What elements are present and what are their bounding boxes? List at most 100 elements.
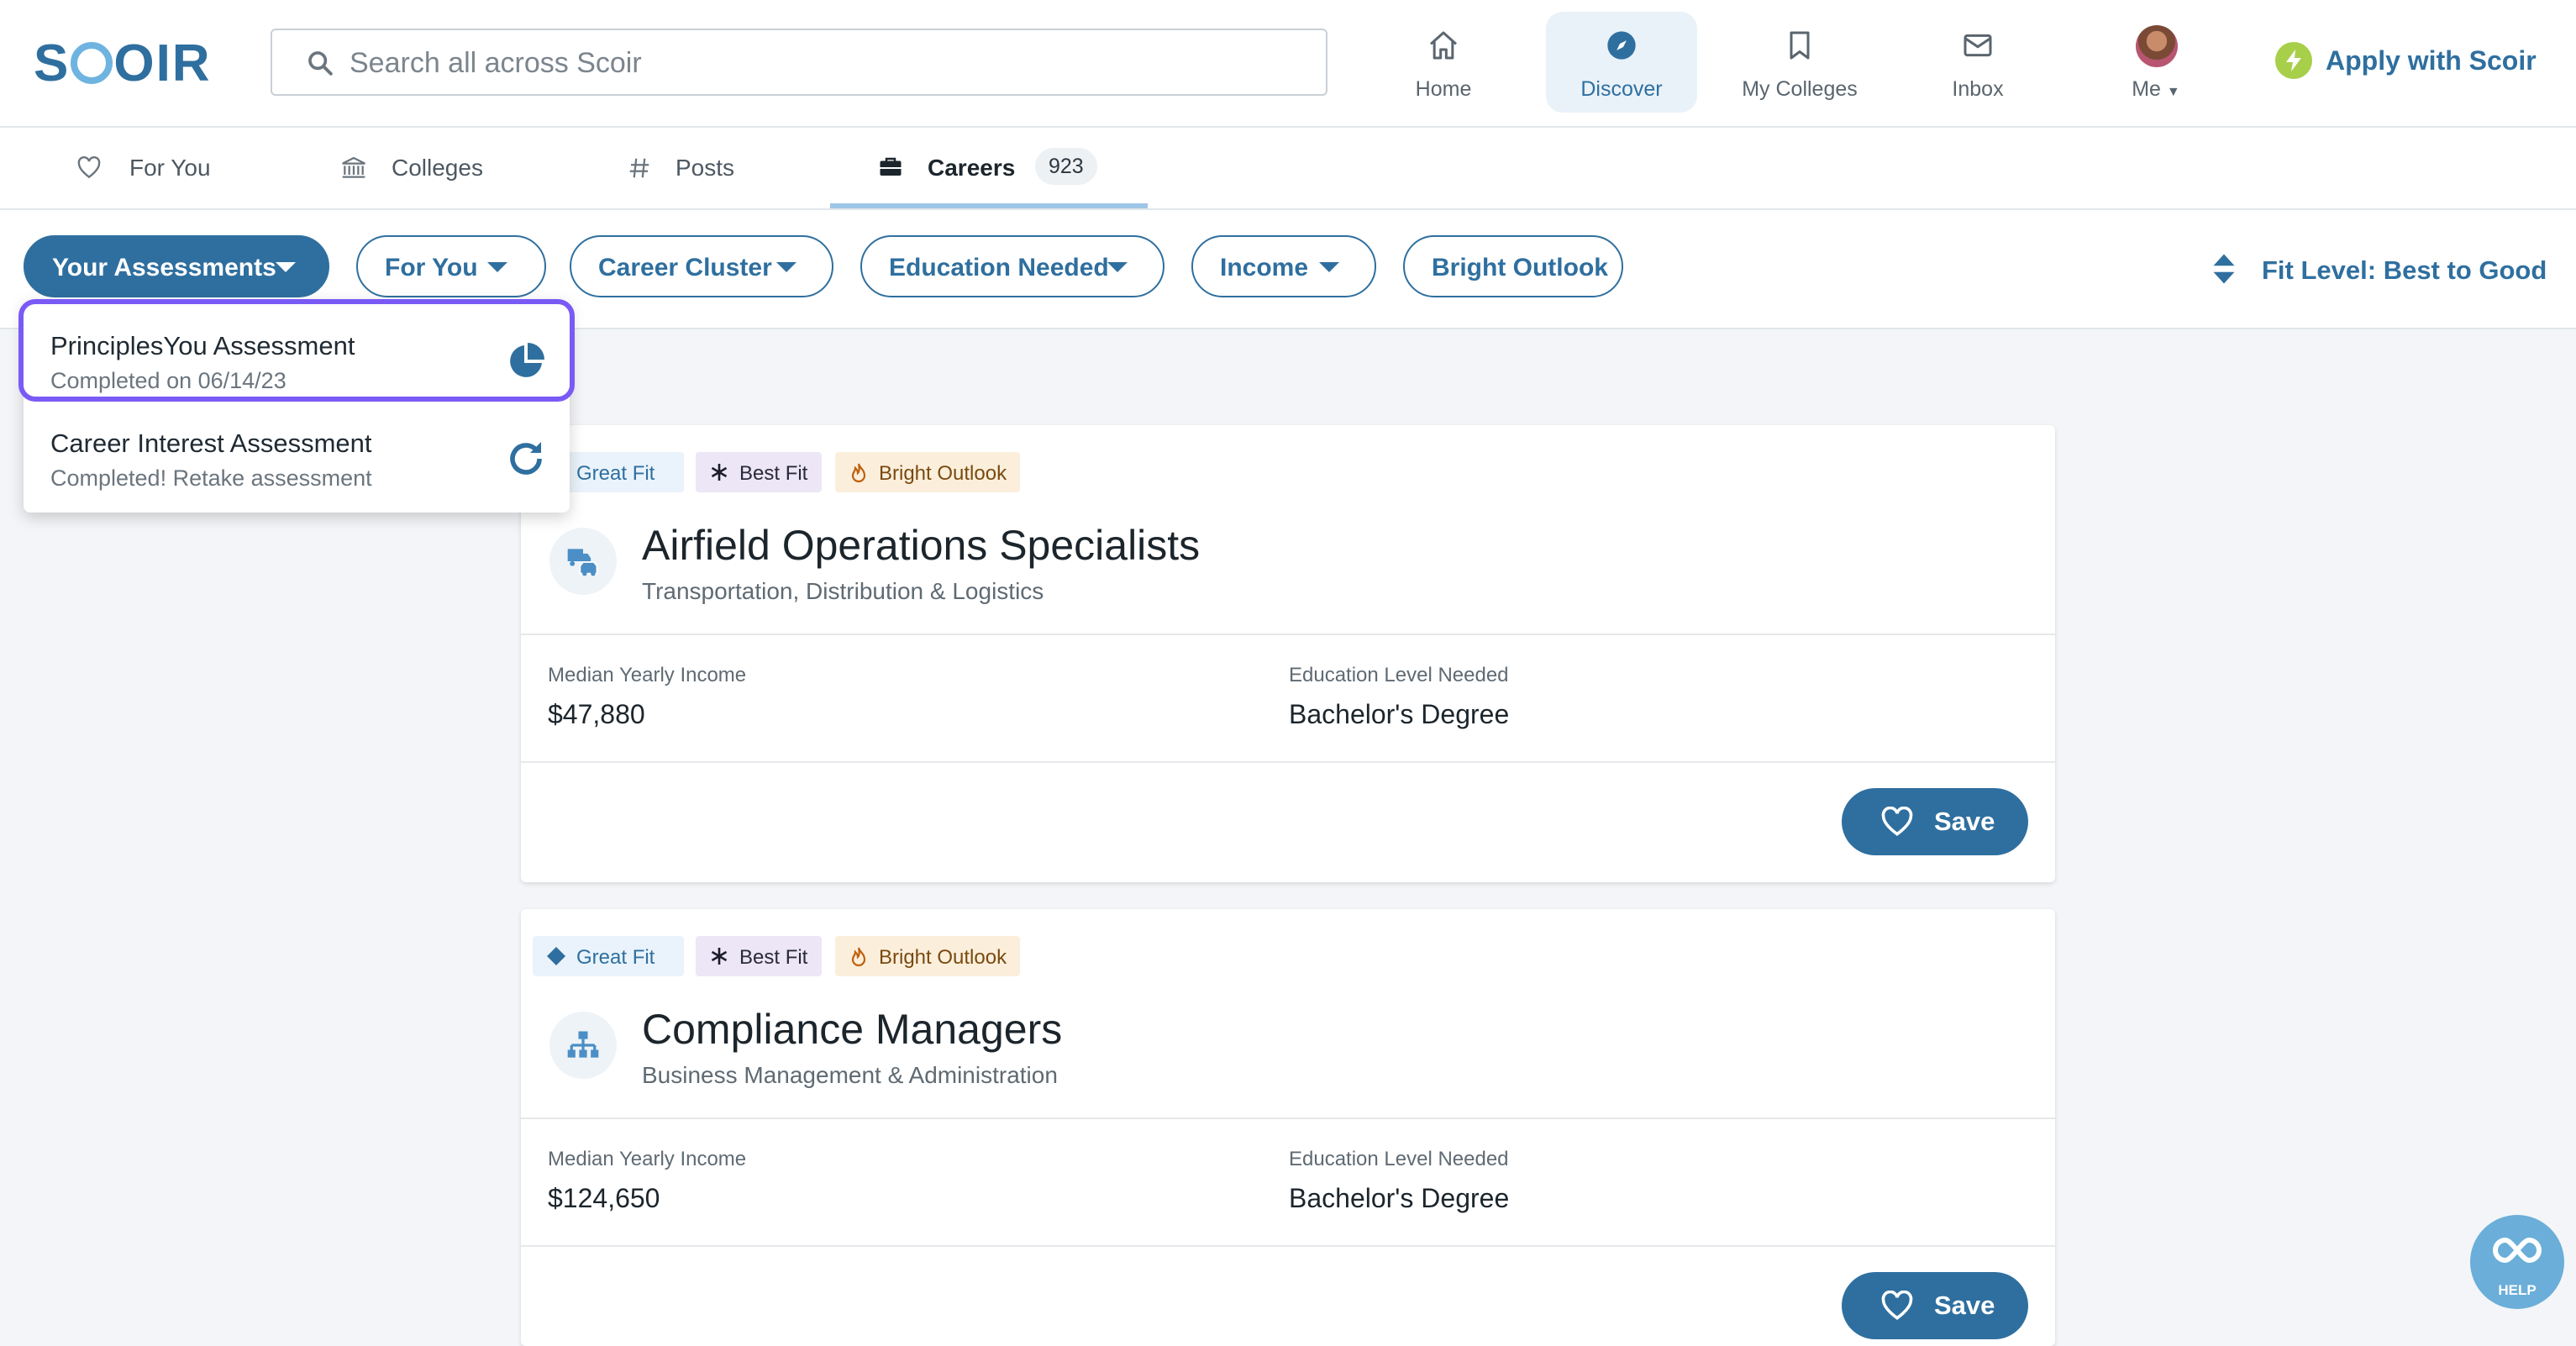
assessments-dropdown-menu: PrinciplesYou Assessment Completed on 06… [18,299,575,513]
nav-discover[interactable]: Discover [1546,12,1697,113]
bright-outlook-badge: Bright Outlook [835,452,1020,492]
divider [521,761,2055,763]
nav-my-colleges[interactable]: My Colleges [1724,12,1875,113]
bright-outlook-label: Bright Outlook [879,462,1007,485]
heart-icon [77,156,101,179]
active-tab-indicator [830,203,1148,208]
bright-outlook-label: Bright Outlook [879,946,1007,969]
caret-down-icon [276,262,296,272]
apply-label: Apply with Scoir [2326,45,2537,76]
education-value: Bachelor's Degree [1289,699,1510,729]
career-title[interactable]: Airfield Operations Specialists [642,521,1200,570]
help-button[interactable]: HELP [2470,1215,2564,1309]
asterisk-icon [711,948,728,965]
your-assessments-filter[interactable]: Your Assessments [24,235,329,297]
best-fit-label: Best Fit [739,462,808,485]
nav-inbox-label: Inbox [1952,77,2004,101]
tab-careers[interactable]: Careers 923 [830,128,1148,208]
flame-icon [851,947,866,967]
scoir-logo[interactable]: S OIR [34,34,212,93]
education-needed-label: Education Needed [889,254,1109,281]
tab-for-you-label: For You [129,155,211,181]
great-fit-badge: Great Fit [533,936,684,976]
divider [521,1117,2055,1119]
career-cluster-label: Career Cluster [598,254,772,281]
org-chart-icon [549,1012,617,1079]
sort-label: Fit Level: Best to Good [2262,255,2547,285]
nav-home-label: Home [1415,77,1472,101]
nav-inbox[interactable]: Inbox [1902,12,2053,113]
top-header: SOIR Home Discover My Colleges Inbox [0,0,2576,128]
search-bar[interactable] [271,29,1327,96]
income-label: Median Yearly Income [548,1148,747,1170]
nav-home[interactable]: Home [1368,12,1519,113]
nav-my-colleges-label: My Colleges [1742,77,1858,101]
career-cluster: Business Management & Administration [642,1062,1058,1088]
careers-count-badge: 923 [1035,148,1097,185]
education-needed-filter[interactable]: Education Needed [860,235,1164,297]
tab-for-you[interactable]: For You [76,128,244,208]
bright-outlook-badge: Bright Outlook [835,936,1020,976]
chevron-down-icon: ▼ [2166,85,2180,99]
menu-item-subtitle: Completed on 06/14/23 [50,368,287,393]
bright-outlook-filter[interactable]: Bright Outlook [1403,235,1623,297]
menu-item-principlesyou-assessment[interactable]: PrinciplesYou Assessment Completed on 06… [18,299,575,402]
caret-down-icon [776,262,796,272]
nav-discover-label: Discover [1580,77,1663,101]
truck-car-icon [549,528,617,595]
best-fit-badge: Best Fit [696,452,822,492]
income-value: $47,880 [548,699,645,729]
search-input[interactable] [348,39,1309,87]
caret-down-icon [1319,262,1339,272]
sort-icon [2213,254,2235,284]
bookmark-icon [1790,31,1810,60]
great-fit-label: Great Fit [576,462,655,485]
refresh-icon [510,442,542,475]
nav-me[interactable]: Me ▼ [2080,12,2232,113]
search-icon [308,51,333,76]
tab-colleges[interactable]: Colleges [339,128,507,208]
career-title[interactable]: Compliance Managers [642,1005,1062,1054]
income-filter[interactable]: Income [1191,235,1376,297]
heart-icon [1881,1291,1913,1320]
career-card[interactable]: Great Fit Best Fit Bright Outlook Compli… [521,909,2055,1346]
income-filter-label: Income [1220,254,1309,281]
institution-icon [342,156,365,178]
divider [521,1245,2055,1247]
for-you-filter[interactable]: For You [356,235,546,297]
save-label: Save [1934,807,1995,836]
for-you-filter-label: For You [385,254,478,281]
save-label: Save [1934,1291,1995,1320]
your-assessments-label: Your Assessments [52,254,276,281]
inbox-icon [1964,34,1992,57]
divider [521,634,2055,635]
help-label: HELP [2498,1282,2537,1298]
compass-icon [1607,31,1636,60]
save-button[interactable]: Save [1842,788,2028,855]
home-icon [1430,31,1457,60]
menu-item-subtitle: Completed! Retake assessment [50,465,372,491]
hashtag-icon [629,158,649,178]
income-label: Median Yearly Income [548,664,747,686]
caret-down-icon [487,262,507,272]
avatar [2136,25,2178,67]
pie-chart-icon [510,343,544,377]
career-cluster: Transportation, Distribution & Logistics [642,578,1044,604]
best-fit-label: Best Fit [739,946,808,969]
infinity-icon [2493,1237,2542,1264]
tab-posts[interactable]: Posts [627,128,778,208]
career-cluster-filter[interactable]: Career Cluster [570,235,833,297]
save-button[interactable]: Save [1842,1272,2028,1339]
caret-down-icon [1107,262,1128,272]
menu-item-title: Career Interest Assessment [50,429,372,458]
briefcase-icon [880,157,902,176]
education-value: Bachelor's Degree [1289,1183,1510,1213]
asterisk-icon [711,464,728,481]
tab-careers-label: Careers [928,155,1016,181]
lightning-icon [2275,42,2312,79]
career-card[interactable]: Great Fit Best Fit Bright Outlook Airfie… [521,425,2055,882]
flame-icon [851,463,866,483]
nav-me-label: Me [2132,77,2161,101]
best-fit-badge: Best Fit [696,936,822,976]
menu-item-career-interest-assessment[interactable]: Career Interest Assessment Completed! Re… [24,402,570,494]
